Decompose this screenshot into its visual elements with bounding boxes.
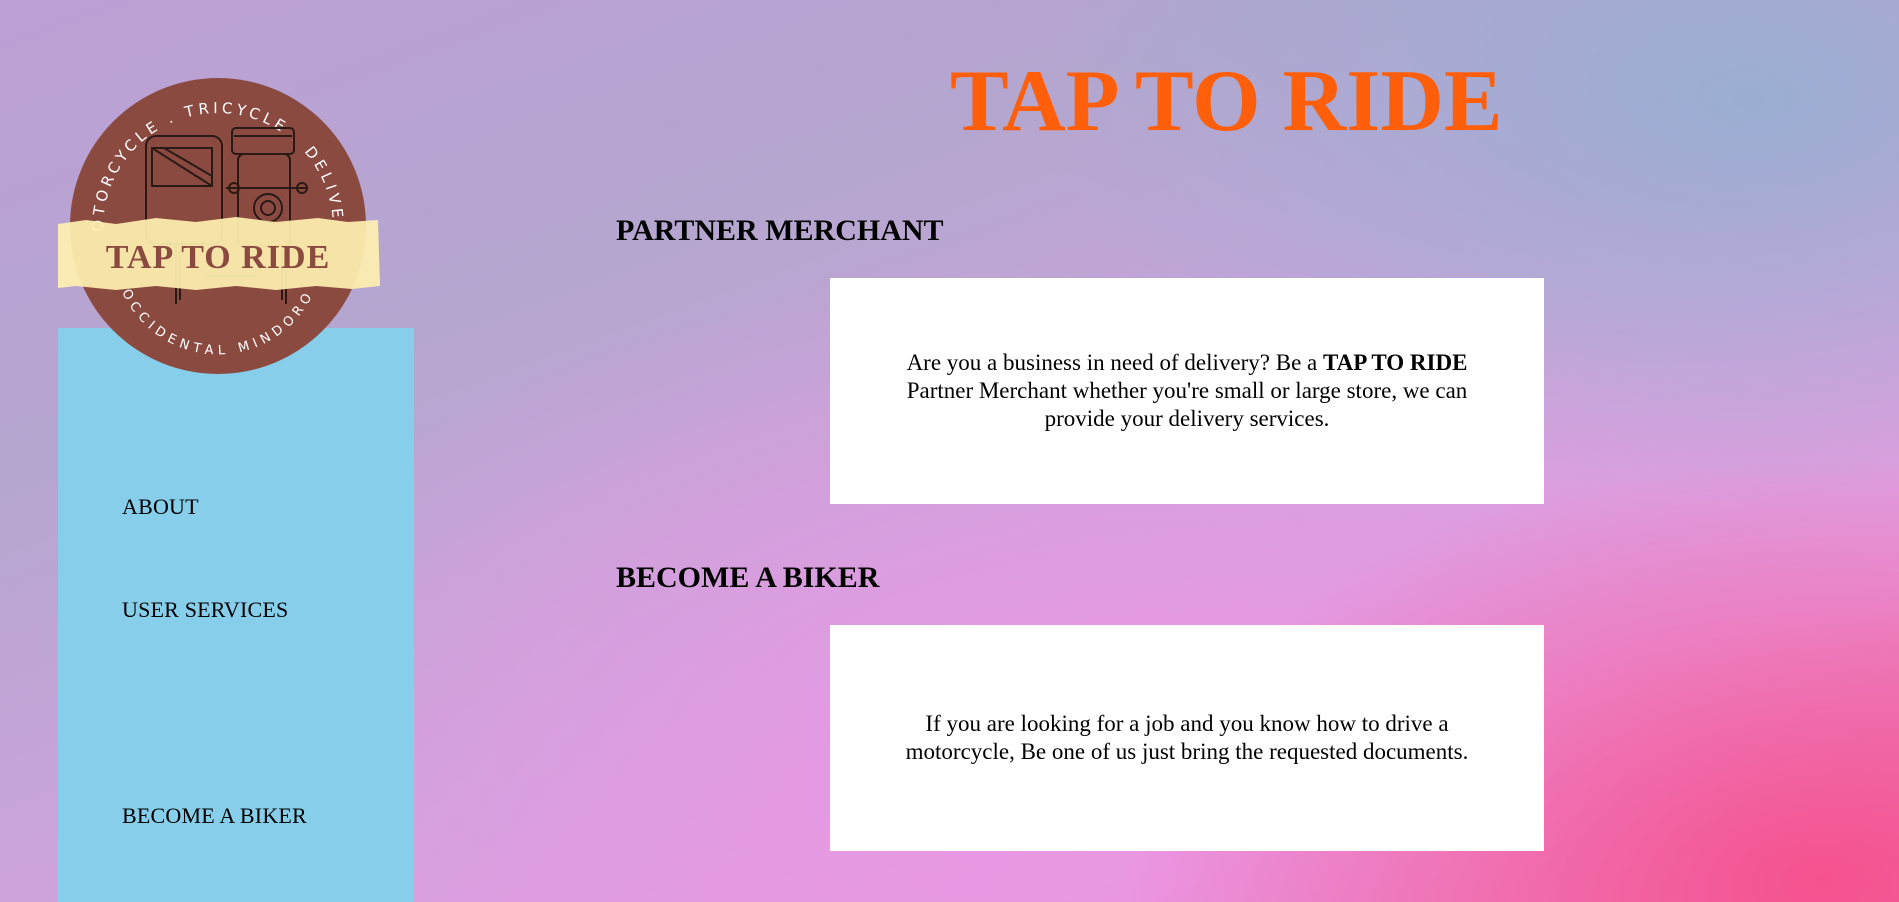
page-title: TAP TO RIDE — [950, 53, 1503, 150]
logo-banner-text: TAP TO RIDE — [106, 239, 331, 276]
merchant-text-before: Are you a business in need of delivery? … — [906, 350, 1323, 375]
become-biker-text: If you are looking for a job and you kno… — [905, 711, 1469, 764]
merchant-text-brand: TAP TO RIDE — [1323, 350, 1468, 375]
nav-become-biker[interactable]: BECOME A BIKER — [122, 803, 307, 829]
partner-merchant-card: Are you a business in need of delivery? … — [830, 278, 1544, 504]
nav-about[interactable]: ABOUT — [122, 494, 199, 520]
become-biker-heading: BECOME A BIKER — [616, 561, 880, 594]
partner-merchant-heading: PARTNER MERCHANT — [616, 214, 944, 247]
become-biker-card: If you are looking for a job and you kno… — [830, 625, 1544, 851]
tap-to-ride-logo: MOTORCYCLE . TRICYCLE . DELIVERY OCCIDEN… — [56, 76, 380, 374]
partner-merchant-text: Are you a business in need of delivery? … — [897, 349, 1477, 433]
merchant-text-after: Partner Merchant whether you're small or… — [906, 378, 1468, 431]
nav-user-services[interactable]: USER SERVICES — [122, 597, 288, 623]
